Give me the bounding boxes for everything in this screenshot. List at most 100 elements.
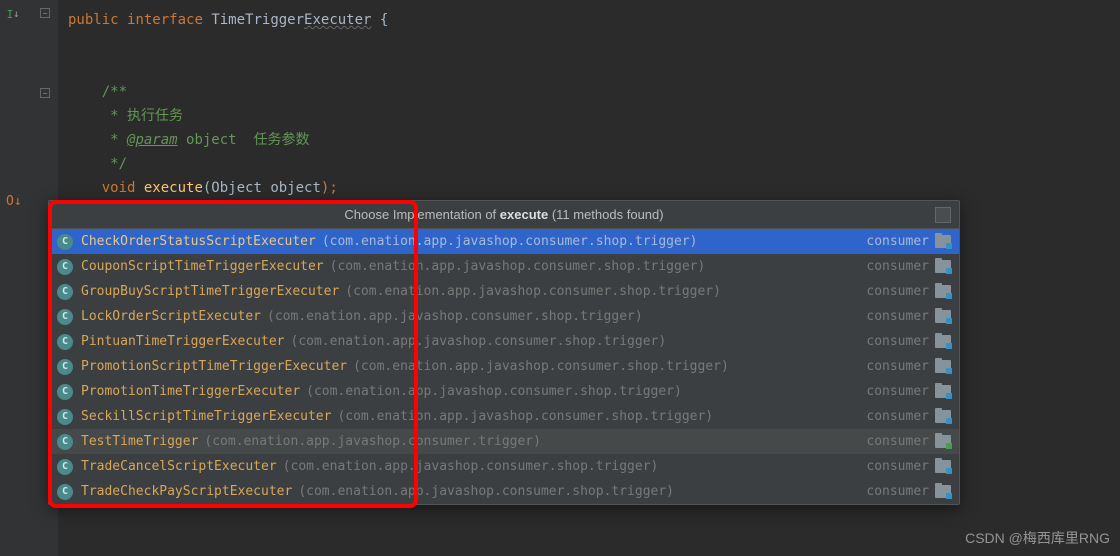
implementation-class-name: CouponScriptTimeTriggerExecuter xyxy=(81,259,324,274)
module-name: consumer xyxy=(866,384,929,399)
module-name: consumer xyxy=(866,484,929,499)
module-name: consumer xyxy=(866,409,929,424)
javadoc-desc: * 执行任务 xyxy=(102,108,183,124)
down-arrow-icon: ↓ xyxy=(13,9,19,20)
folder-icon xyxy=(935,310,951,323)
implementation-list: C CheckOrderStatusScriptExecuter (com.enat… xyxy=(49,229,959,504)
implementation-package: (com.enation.app.javashop.consumer.trigg… xyxy=(204,434,541,449)
item-right-container: consumer xyxy=(866,484,951,499)
popup-title-prefix: Choose Implementation of xyxy=(344,207,499,222)
class-name-underlined: Executer xyxy=(304,12,371,28)
implementation-class-name: PromotionTimeTriggerExecuter xyxy=(81,384,300,399)
javadoc-param-name: object xyxy=(178,132,237,148)
implementation-class-name: TradeCheckPayScriptExecuter xyxy=(81,484,292,499)
implementation-item[interactable]: C TradeCheckPayScriptExecuter (com.enation… xyxy=(49,479,959,504)
implementation-item[interactable]: CSeckillScriptTimeTriggerExecuter(com.en… xyxy=(49,404,959,429)
folder-icon xyxy=(935,435,951,448)
code-method-line: void execute(Object object); xyxy=(68,176,1110,200)
javadoc-star: * xyxy=(102,132,127,148)
implementation-popup: Choose Implementation of execute (11 met… xyxy=(48,200,960,505)
module-name: consumer xyxy=(866,309,929,324)
class-icon: C xyxy=(57,484,73,500)
class-icon: C xyxy=(57,259,73,275)
implementation-item[interactable]: CCheckOrderStatusScriptExecuter(com.enat… xyxy=(49,229,959,254)
keyword-interface: interface xyxy=(127,12,203,28)
folder-icon xyxy=(935,460,951,473)
implementation-item[interactable]: CPromotionScriptTimeTriggerExecuter(com.… xyxy=(49,354,959,379)
item-right-container: consumer xyxy=(866,259,951,274)
implementation-class-name: PromotionScriptTimeTriggerExecuter xyxy=(81,359,347,374)
popup-title-suffix: (11 methods found) xyxy=(548,207,663,222)
item-right-container: consumer xyxy=(866,309,951,324)
code-comment-line: */ xyxy=(68,152,1110,176)
module-name: consumer xyxy=(866,434,929,449)
folder-icon xyxy=(935,485,951,498)
implementation-package: (com.enation.app.javashop.consumer.shop.… xyxy=(283,459,659,474)
folder-icon xyxy=(935,235,951,248)
implementation-item[interactable]: CLockOrderScriptExecuter(com.enation.app… xyxy=(49,304,959,329)
implementation-package: (com.enation.app.javashop.consumer.shop.… xyxy=(267,309,643,324)
watermark-text: CSDN @梅西库里RNG xyxy=(965,528,1110,548)
code-comment-line: /** xyxy=(68,80,1110,104)
folder-icon xyxy=(935,285,951,298)
implementation-class-name: GroupBuyScriptTimeTriggerExecuter xyxy=(81,284,339,299)
implementation-item[interactable]: CGroupBuyScriptTimeTriggerExecuter(com.e… xyxy=(49,279,959,304)
fold-toggle-icon[interactable]: − xyxy=(40,8,50,18)
folder-icon xyxy=(935,385,951,398)
implementation-package: (com.enation.app.javashop.consumer.shop.… xyxy=(298,484,674,499)
code-blank-line xyxy=(68,32,1110,56)
implementation-class-name: TestTimeTrigger xyxy=(81,434,198,449)
module-name: consumer xyxy=(866,234,929,249)
item-right-container: consumer xyxy=(866,359,951,374)
keyword-public: public xyxy=(68,12,119,28)
item-right-container: consumer xyxy=(866,284,951,299)
javadoc-close: */ xyxy=(102,156,127,172)
module-name: consumer xyxy=(866,284,929,299)
item-right-container: consumer xyxy=(866,459,951,474)
class-icon: C xyxy=(57,359,73,375)
implementation-item[interactable]: C PromotionTimeTriggerExecuter (com.enatio… xyxy=(49,379,959,404)
module-name: consumer xyxy=(866,359,929,374)
implementation-package: (com.enation.app.javashop.consumer.shop.… xyxy=(306,384,682,399)
javadoc-open: /** xyxy=(102,84,127,100)
keyword-void: void xyxy=(102,180,136,196)
implementation-package: (com.enation.app.javashop.consumer.shop.… xyxy=(330,259,706,274)
implementation-item[interactable]: CTestTimeTrigger(com.enation.app.javasho… xyxy=(49,429,959,454)
implementation-package: (com.enation.app.javashop.consumer.shop.… xyxy=(337,409,713,424)
class-icon: C xyxy=(57,284,73,300)
implementation-class-name: CheckOrderStatusScriptExecuter xyxy=(81,234,316,249)
pin-icon[interactable] xyxy=(935,207,951,223)
override-method-gutter-icon[interactable]: O↓ xyxy=(6,194,20,209)
code-comment-line: * 执行任务 xyxy=(68,104,1110,128)
implementation-package: (com.enation.app.javashop.consumer.shop.… xyxy=(291,334,667,349)
implementation-class-name: SeckillScriptTimeTriggerExecuter xyxy=(81,409,331,424)
folder-icon xyxy=(935,360,951,373)
class-name-text: TimeTrigger xyxy=(211,12,304,28)
param-type: (Object xyxy=(203,180,270,196)
implementation-item[interactable]: CTradeCancelScriptExecuter(com.enation.a… xyxy=(49,454,959,479)
fold-toggle-icon[interactable]: − xyxy=(40,88,50,98)
item-right-container: consumer xyxy=(866,334,951,349)
javadoc-param-tag: @param xyxy=(127,132,178,148)
item-right-container: consumer xyxy=(866,409,951,424)
method-name-text: execute xyxy=(135,180,202,196)
param-name: object xyxy=(270,180,321,196)
implementation-class-name: LockOrderScriptExecuter xyxy=(81,309,261,324)
class-icon: C xyxy=(57,384,73,400)
override-interface-icon: I xyxy=(7,8,14,21)
open-brace: { xyxy=(371,12,388,28)
implementation-package: (com.enation.app.javashop.consumer.shop.… xyxy=(322,234,698,249)
item-right-container: consumer xyxy=(866,234,951,249)
item-right-container: consumer xyxy=(866,384,951,399)
popup-title-method: execute xyxy=(500,207,548,222)
module-name: consumer xyxy=(866,459,929,474)
implement-method-gutter-icon[interactable]: I ↓ xyxy=(6,7,20,21)
code-comment-line: * @param object 任务参数 xyxy=(68,128,1110,152)
method-end: ); xyxy=(321,180,338,196)
popup-header: Choose Implementation of execute (11 met… xyxy=(49,201,959,229)
folder-icon xyxy=(935,260,951,273)
folder-icon xyxy=(935,410,951,423)
implementation-item[interactable]: C CouponScriptTimeTriggerExecuter (com.ena… xyxy=(49,254,959,279)
module-name: consumer xyxy=(866,334,929,349)
implementation-item[interactable]: CPintuanTimeTriggerExecuter(com.enation.… xyxy=(49,329,959,354)
